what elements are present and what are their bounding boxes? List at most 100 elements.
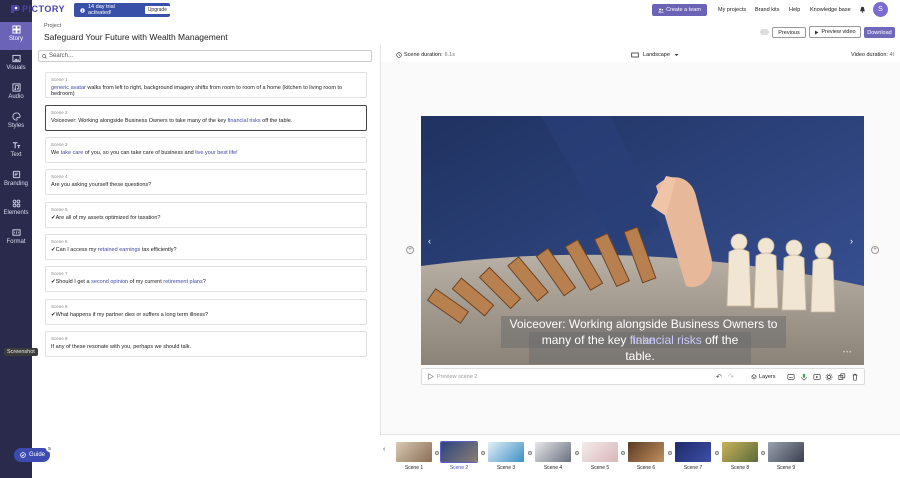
- transition-icon[interactable]: [760, 450, 766, 456]
- timeline-label: Scene 1: [404, 465, 424, 471]
- redo-icon[interactable]: ↷: [728, 373, 734, 381]
- scene-card-3[interactable]: Scene 3 We take care of you, so you can t…: [45, 137, 367, 163]
- timeline-thumb-5[interactable]: [582, 442, 618, 462]
- scene-text-fragment: ✔What happens if my partner dies or suff…: [51, 312, 209, 318]
- scene-text-fragment: ✔Are all of my assets optimized for taxa…: [51, 215, 161, 221]
- play-icon[interactable]: [427, 373, 434, 380]
- scene-card-1[interactable]: Scene 1 generic avatar walks from left to…: [45, 72, 367, 98]
- sidebar-item-story[interactable]: Story: [0, 22, 32, 50]
- clock-icon: [396, 52, 402, 58]
- sidebar-item-elements[interactable]: Elements: [0, 196, 32, 224]
- sidebar-item-label: Styles: [7, 123, 25, 129]
- scene-text[interactable]: If any of these resonate with you, perha…: [51, 344, 366, 350]
- timeline-thumb-9[interactable]: [768, 442, 804, 462]
- scene-preview[interactable]: Voiceover: Working alongside Business Ow…: [421, 116, 864, 365]
- transition-icon[interactable]: [667, 450, 673, 456]
- search-icon: [42, 54, 47, 59]
- timeline-thumb-7[interactable]: [675, 442, 711, 462]
- download-button[interactable]: Download: [864, 27, 895, 38]
- nav-brand-kits[interactable]: Brand kits: [755, 7, 779, 13]
- play-icon: [815, 30, 819, 34]
- delete-icon[interactable]: [851, 373, 859, 381]
- toggle-switch[interactable]: [760, 29, 769, 35]
- add-scene-after-icon[interactable]: +: [871, 246, 879, 254]
- scene-text-fragment: ✔Should I get a: [51, 279, 92, 285]
- undo-icon[interactable]: ↶: [716, 373, 722, 381]
- create-team-button[interactable]: Create a team: [652, 4, 707, 16]
- layers-label: Layers: [759, 374, 776, 380]
- project-title[interactable]: Safeguard Your Future with Wealth Manage…: [44, 32, 228, 42]
- guide-badge: 5: [46, 445, 53, 452]
- scene-text-fragment: tax efficiently?: [140, 247, 177, 253]
- create-team-label: Create a team: [666, 7, 701, 13]
- scene-number: Scene 7: [51, 271, 68, 276]
- nav-help[interactable]: Help: [789, 7, 800, 13]
- scene-number: Scene 6: [51, 239, 68, 244]
- transition-icon[interactable]: [714, 450, 720, 456]
- timeline-thumb-4[interactable]: [535, 442, 571, 462]
- timeline-scroll-left-icon[interactable]: ‹: [383, 446, 385, 453]
- scene-card-8[interactable]: Scene 8 ✔What happens if my partner dies …: [45, 299, 367, 325]
- scene-text[interactable]: ✔What happens if my partner dies or suff…: [51, 312, 366, 318]
- sidebar-item-styles[interactable]: Styles: [0, 109, 32, 137]
- settings-icon[interactable]: [825, 373, 833, 381]
- next-scene-arrow-icon[interactable]: ›: [850, 236, 853, 246]
- sidebar-item-format[interactable]: Format: [0, 225, 32, 253]
- video-icon[interactable]: [813, 373, 821, 381]
- scene-duration: Scene duration: 6.1s: [396, 52, 455, 58]
- scene-text[interactable]: ✔Should I get a second opinion of my cur…: [51, 279, 366, 285]
- layers-button[interactable]: Layers: [751, 374, 776, 380]
- timeline-thumb-2[interactable]: [440, 441, 478, 463]
- scene-card-5[interactable]: Scene 5 ✔Are all of my assets optimized f…: [45, 202, 367, 228]
- duplicate-icon[interactable]: [838, 373, 846, 381]
- previous-button[interactable]: Previous: [772, 27, 806, 38]
- scene-keyword-highlight: retirement plans: [163, 279, 203, 285]
- scene-text[interactable]: Are you asking yourself these questions?: [51, 182, 366, 188]
- scene-duration-value: 6.1s: [444, 52, 455, 58]
- nav-my-projects[interactable]: My projects: [718, 7, 746, 13]
- more-options-icon[interactable]: •••: [843, 350, 852, 356]
- scene-text-fragment: We: [51, 150, 61, 156]
- orientation-dropdown[interactable]: Landscape: [631, 52, 679, 58]
- scene-text[interactable]: We take care of you, so you can take car…: [51, 150, 366, 156]
- transition-icon[interactable]: [527, 450, 533, 456]
- sidebar-item-visuals[interactable]: Visuals: [0, 51, 32, 79]
- bell-icon[interactable]: [859, 6, 866, 13]
- guide-button[interactable]: Guide: [14, 448, 50, 462]
- caption-icon[interactable]: [787, 373, 795, 381]
- scene-text[interactable]: generic avatar walks from left to right,…: [51, 85, 366, 97]
- timeline-thumb-8[interactable]: [722, 442, 758, 462]
- preview-video-button[interactable]: Preview video: [809, 26, 861, 38]
- scene-card-6[interactable]: Scene 6 ✔Can I access my retained earning…: [45, 234, 367, 260]
- nav-knowledge-base[interactable]: Knowledge base: [810, 7, 851, 13]
- voice-icon[interactable]: [800, 373, 808, 381]
- transition-icon[interactable]: [620, 450, 626, 456]
- add-scene-before-icon[interactable]: +: [406, 246, 414, 254]
- user-avatar[interactable]: S: [873, 2, 888, 17]
- scene-card-2[interactable]: Scene 2 Voiceover: Working alongside Busi…: [45, 105, 367, 131]
- previous-scene-arrow-icon[interactable]: ‹: [428, 236, 431, 246]
- transition-icon[interactable]: [480, 450, 486, 456]
- sidebar-item-branding[interactable]: Branding: [0, 167, 32, 195]
- timeline-thumb-3[interactable]: [488, 442, 524, 462]
- scene-text[interactable]: ✔Are all of my assets optimized for taxa…: [51, 215, 366, 221]
- scene-text[interactable]: ✔Can I access my retained earnings tax e…: [51, 247, 366, 253]
- sidebar-item-audio[interactable]: Audio: [0, 80, 32, 108]
- scene-card-4[interactable]: Scene 4 Are you asking yourself these que…: [45, 169, 367, 195]
- scene-number: Scene 5: [51, 207, 68, 212]
- brand-logo[interactable]: PICTORY: [10, 4, 65, 14]
- transition-icon[interactable]: [434, 450, 440, 456]
- scene-text[interactable]: Voiceover: Working alongside Business Ow…: [51, 118, 366, 124]
- scene-number: Scene 2: [51, 110, 68, 115]
- transition-icon[interactable]: [574, 450, 580, 456]
- timeline-thumb-6[interactable]: [628, 442, 664, 462]
- upgrade-button[interactable]: Upgrade: [144, 6, 170, 14]
- scene-card-7[interactable]: Scene 7 ✔Should I get a second opinion of…: [45, 266, 367, 292]
- scene-card-9[interactable]: Scene 9 If any of these resonate with you…: [45, 331, 367, 357]
- sidebar-item-label: Story: [8, 36, 23, 42]
- sidebar-item-text[interactable]: Text: [0, 138, 32, 166]
- preview-scene-bar[interactable]: Preview scene 2: [421, 368, 865, 385]
- search-input[interactable]: Search...: [49, 53, 73, 59]
- search-box[interactable]: Search...: [38, 50, 372, 62]
- timeline-thumb-1[interactable]: [396, 442, 432, 462]
